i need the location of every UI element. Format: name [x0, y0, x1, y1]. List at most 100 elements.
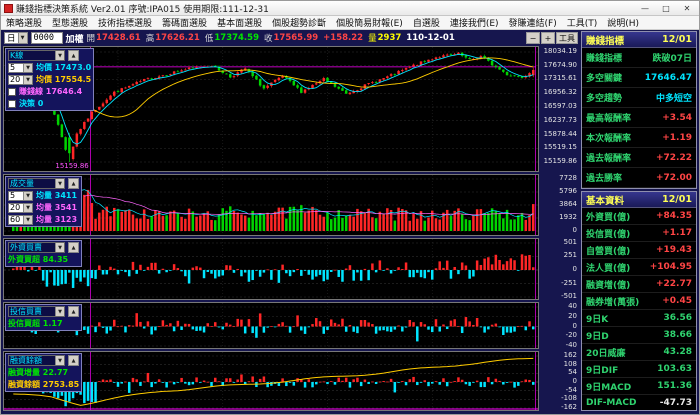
minimize-button[interactable]: —	[636, 2, 654, 15]
trust-chart[interactable]	[4, 303, 538, 348]
symbol-code-input[interactable]	[31, 32, 63, 44]
section2-row-1: 投信買(億)+1.17	[582, 225, 696, 242]
main-ma-label-1: 均價 17554.5	[36, 74, 91, 85]
menubar: 策略選股型態選股技術指標選股籌碼面選股基本面選股個股趨勢診斷個股簡易財報(E)自…	[1, 16, 699, 30]
main-axis-label-0: 18034.19	[544, 47, 577, 55]
main-checkbox-1[interactable]	[8, 100, 16, 108]
menu-item-11[interactable]: 說明(H)	[602, 16, 644, 29]
maximize-button[interactable]: □	[657, 2, 675, 15]
volume-period-select-20[interactable]: 20▼	[8, 203, 33, 213]
section2-row-label-2: 自營買(億)	[586, 244, 630, 257]
fundamentals-section-title: 基本資料	[586, 193, 624, 207]
trust-panel: 投信買賣▼▲投信買超 1.1740200-20-40	[3, 302, 579, 349]
foreign-info-row-0: 外資買超 84.35	[8, 254, 79, 265]
chevron-down-icon: ▼	[55, 356, 64, 365]
section1-row-5: 過去報酬率+72.22	[582, 148, 696, 168]
menu-item-6[interactable]: 個股簡易財報(E)	[331, 16, 408, 29]
main-type-select[interactable]: K線▼	[8, 50, 65, 61]
menu-item-5[interactable]: 個股趨勢診斷	[267, 16, 331, 29]
volume-type-select[interactable]: 成交量▼	[8, 178, 65, 189]
volume-axis-label-0: 7728	[559, 174, 577, 182]
volume-ma-label-1: 均量 3541	[36, 202, 77, 213]
volume-ma-row-1: 20▼均量 3541	[8, 202, 79, 213]
chevron-down-icon: ▼	[23, 192, 32, 200]
margin-axis-label-2: 54	[568, 368, 577, 376]
section1-row-3: 最高報酬率+3.54	[582, 108, 696, 128]
main-axis-label-3: 16956.32	[544, 88, 577, 96]
trust-type-select[interactable]: 投信買賣▼	[8, 306, 65, 317]
main-axis-label-8: 15159.86	[544, 157, 577, 165]
margin-collapse-button[interactable]: ▲	[68, 355, 79, 366]
foreign-type-select[interactable]: 外資買賣▼	[8, 242, 65, 253]
volume-period-select-60[interactable]: 60▼	[8, 215, 33, 225]
zoom-in-button[interactable]: +	[541, 32, 555, 44]
volume-chart[interactable]	[4, 175, 538, 235]
volume-period-value-0: 5	[9, 191, 23, 200]
menu-item-8[interactable]: 連接我們(E)	[445, 16, 504, 29]
main-check-row-0: 賺錢線 17646.4	[8, 86, 91, 97]
chevron-down-icon[interactable]: ▼	[18, 33, 27, 43]
chevron-down-icon: ▼	[23, 64, 32, 72]
menu-item-3[interactable]: 籌碼面選股	[157, 16, 212, 29]
menu-item-9[interactable]: 發賺連結(F)	[504, 16, 562, 29]
menu-item-10[interactable]: 工具(T)	[562, 16, 603, 29]
menu-item-4[interactable]: 基本面選股	[212, 16, 267, 29]
section2-row-label-10: 9日MACD	[586, 380, 631, 393]
main-axis-label-6: 15878.44	[544, 130, 577, 138]
quote-6: 110-12-01	[406, 32, 454, 44]
foreign-axis-label-2: 0	[573, 265, 577, 273]
quote-strip: 開17428.61高17626.21低17374.59收17565.99+158…	[87, 32, 455, 44]
titlebar: 賺錢指標決策系統 Ver2.01 序號:IPA015 使用期限:111-12-3…	[1, 1, 699, 16]
quote-1: 高17626.21	[146, 32, 200, 44]
section2-row-value-7: 38.66	[664, 330, 692, 340]
fundamentals-section-date: 12/01	[662, 194, 692, 205]
trust-info-text-0: 投信買超 1.17	[8, 318, 63, 329]
quote-label-3: 收	[264, 32, 273, 44]
volume-ma-value-0: 3411	[55, 191, 77, 200]
main-ma-label-0: 均價 17473.0	[36, 62, 91, 73]
volume-ma-row-2: 60▼均量 3123	[8, 214, 79, 225]
trust-type-select-value: 投信買賣	[9, 306, 55, 317]
volume-ma-label-0: 均量 3411	[36, 190, 77, 201]
margin-chart[interactable]	[4, 352, 538, 410]
menu-item-0[interactable]: 策略選股	[1, 16, 47, 29]
zoom-out-button[interactable]: −	[526, 32, 540, 44]
quote-label-5: 量	[368, 32, 377, 44]
trust-axis-label-4: -40	[566, 341, 577, 349]
section2-row-0: 外資買(億)+84.35	[582, 208, 696, 225]
tools-button[interactable]: 工具	[556, 32, 578, 44]
period-select[interactable]: 日 ▼	[4, 32, 28, 44]
volume-axis-label-4: 0	[573, 226, 577, 234]
margin-info-row-1: 融資餘額 2753.85	[8, 379, 79, 390]
quote-value-4: +158.22	[323, 33, 363, 43]
menu-item-7[interactable]: 自選股	[408, 16, 445, 29]
foreign-axis-label-0: 501	[564, 238, 577, 246]
section2-row-value-3: +104.95	[650, 262, 692, 272]
close-button[interactable]: ✕	[678, 2, 696, 15]
main-period-select-5[interactable]: 5▼	[8, 63, 33, 73]
main-collapse-button[interactable]: ▲	[68, 50, 79, 61]
section1-row-label-5: 過去報酬率	[586, 151, 631, 164]
foreign-chart[interactable]	[4, 239, 538, 299]
foreign-collapse-button[interactable]: ▲	[68, 242, 79, 253]
main-axis-label-1: 17674.90	[544, 61, 577, 69]
trust-collapse-button[interactable]: ▲	[68, 306, 79, 317]
main-check-value-0: 17646.4	[46, 87, 82, 96]
volume-period-select-5[interactable]: 5▼	[8, 191, 33, 201]
volume-ma-label-2: 均量 3123	[36, 214, 77, 225]
section2-row-label-6: 9日K	[586, 312, 608, 325]
main-checkbox-0[interactable]	[8, 88, 16, 96]
sidebar: 賺錢指標 12/01 賺錢指標跌破07日多空關鍵17646.47多空趨勢中多短空…	[581, 31, 697, 411]
volume-collapse-button[interactable]: ▲	[68, 178, 79, 189]
trust-selector-row: 投信買賣▼▲	[8, 306, 79, 317]
section2-row-value-9: 103.63	[657, 364, 692, 374]
main-period-select-20[interactable]: 20▼	[8, 75, 33, 85]
volume-plot-area: 成交量▼▲5▼均量 341120▼均量 354160▼均量 3123	[3, 174, 539, 236]
main-check-value-1: 0	[38, 99, 44, 108]
main-type-select-value: K線	[9, 50, 55, 61]
margin-type-select[interactable]: 融資餘額▼	[8, 355, 65, 366]
margin-axis-label-0: 162	[564, 351, 577, 359]
section1-row-label-2: 多空趨勢	[586, 91, 622, 104]
menu-item-2[interactable]: 技術指標選股	[93, 16, 157, 29]
menu-item-1[interactable]: 型態選股	[47, 16, 93, 29]
